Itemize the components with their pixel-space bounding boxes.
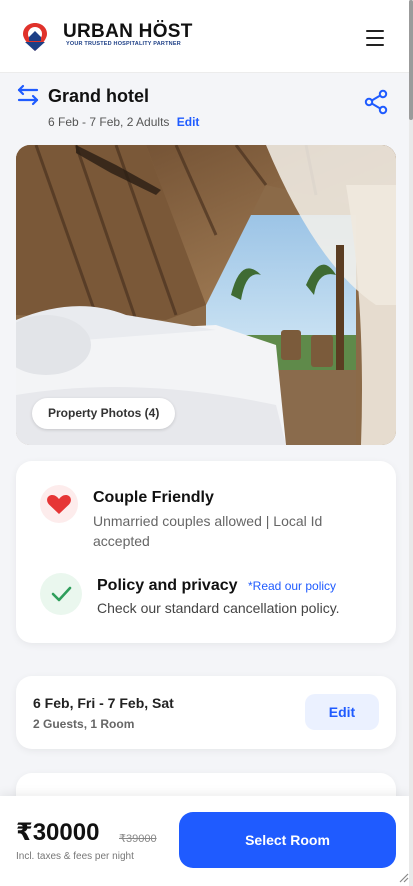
heart-icon [47, 494, 71, 514]
price-note: Incl. taxes & fees per night [16, 851, 134, 862]
property-photos-button[interactable]: Property Photos (4) [32, 398, 176, 429]
check-icon-badge [40, 573, 82, 615]
location-pin-logo-icon[interactable] [22, 22, 48, 52]
top-header: URBAN HÖST YOUR TRUSTED HOSPITALITY PART… [0, 0, 409, 73]
heart-icon-badge [40, 485, 78, 523]
scrollbar-track[interactable] [409, 0, 413, 886]
stay-dates: 6 Feb, Fri - 7 Feb, Sat [33, 695, 174, 711]
policy-description: Check our standard cancellation policy. [97, 600, 340, 616]
share-icon[interactable] [363, 89, 389, 115]
brand-name[interactable]: URBAN HÖST [63, 21, 193, 43]
page: URBAN HÖST YOUR TRUSTED HOSPITALITY PART… [0, 0, 410, 886]
resize-handle-icon[interactable] [398, 872, 409, 883]
amenities-card: Couple Friendly Unmarried couples allowe… [16, 461, 396, 643]
edit-stay-button[interactable]: Edit [305, 694, 379, 730]
edit-booking-link[interactable]: Edit [177, 115, 200, 129]
hamburger-menu-icon[interactable] [362, 27, 388, 49]
couple-friendly-description: Unmarried couples allowed | Local Id acc… [93, 513, 323, 549]
stay-guests-rooms: 2 Guests, 1 Room [33, 717, 135, 731]
booking-dates-guests: 6 Feb - 7 Feb, 2 Adults [48, 115, 170, 129]
original-price: ₹39000 [119, 833, 157, 845]
stay-dates-card: 6 Feb, Fri - 7 Feb, Sat 2 Guests, 1 Room… [16, 676, 396, 749]
scrollbar-thumb[interactable] [409, 0, 413, 120]
read-policy-link[interactable]: *Read our policy [248, 579, 336, 593]
select-room-button[interactable]: Select Room [179, 812, 396, 868]
brand-tagline: YOUR TRUSTED HOSPITALITY PARTNER [66, 41, 181, 47]
policy-title: Policy and privacy [97, 577, 238, 594]
booking-summary: 6 Feb - 7 Feb, 2 Adults Edit [48, 115, 199, 129]
swap-arrows-icon[interactable] [16, 84, 40, 106]
price-bar: ₹30000 ₹39000 Incl. taxes & fees per nig… [0, 796, 409, 886]
room-price: ₹30000 [16, 819, 100, 846]
couple-friendly-title: Couple Friendly [93, 489, 214, 506]
check-icon [51, 586, 72, 602]
hotel-name: Grand hotel [48, 86, 150, 106]
